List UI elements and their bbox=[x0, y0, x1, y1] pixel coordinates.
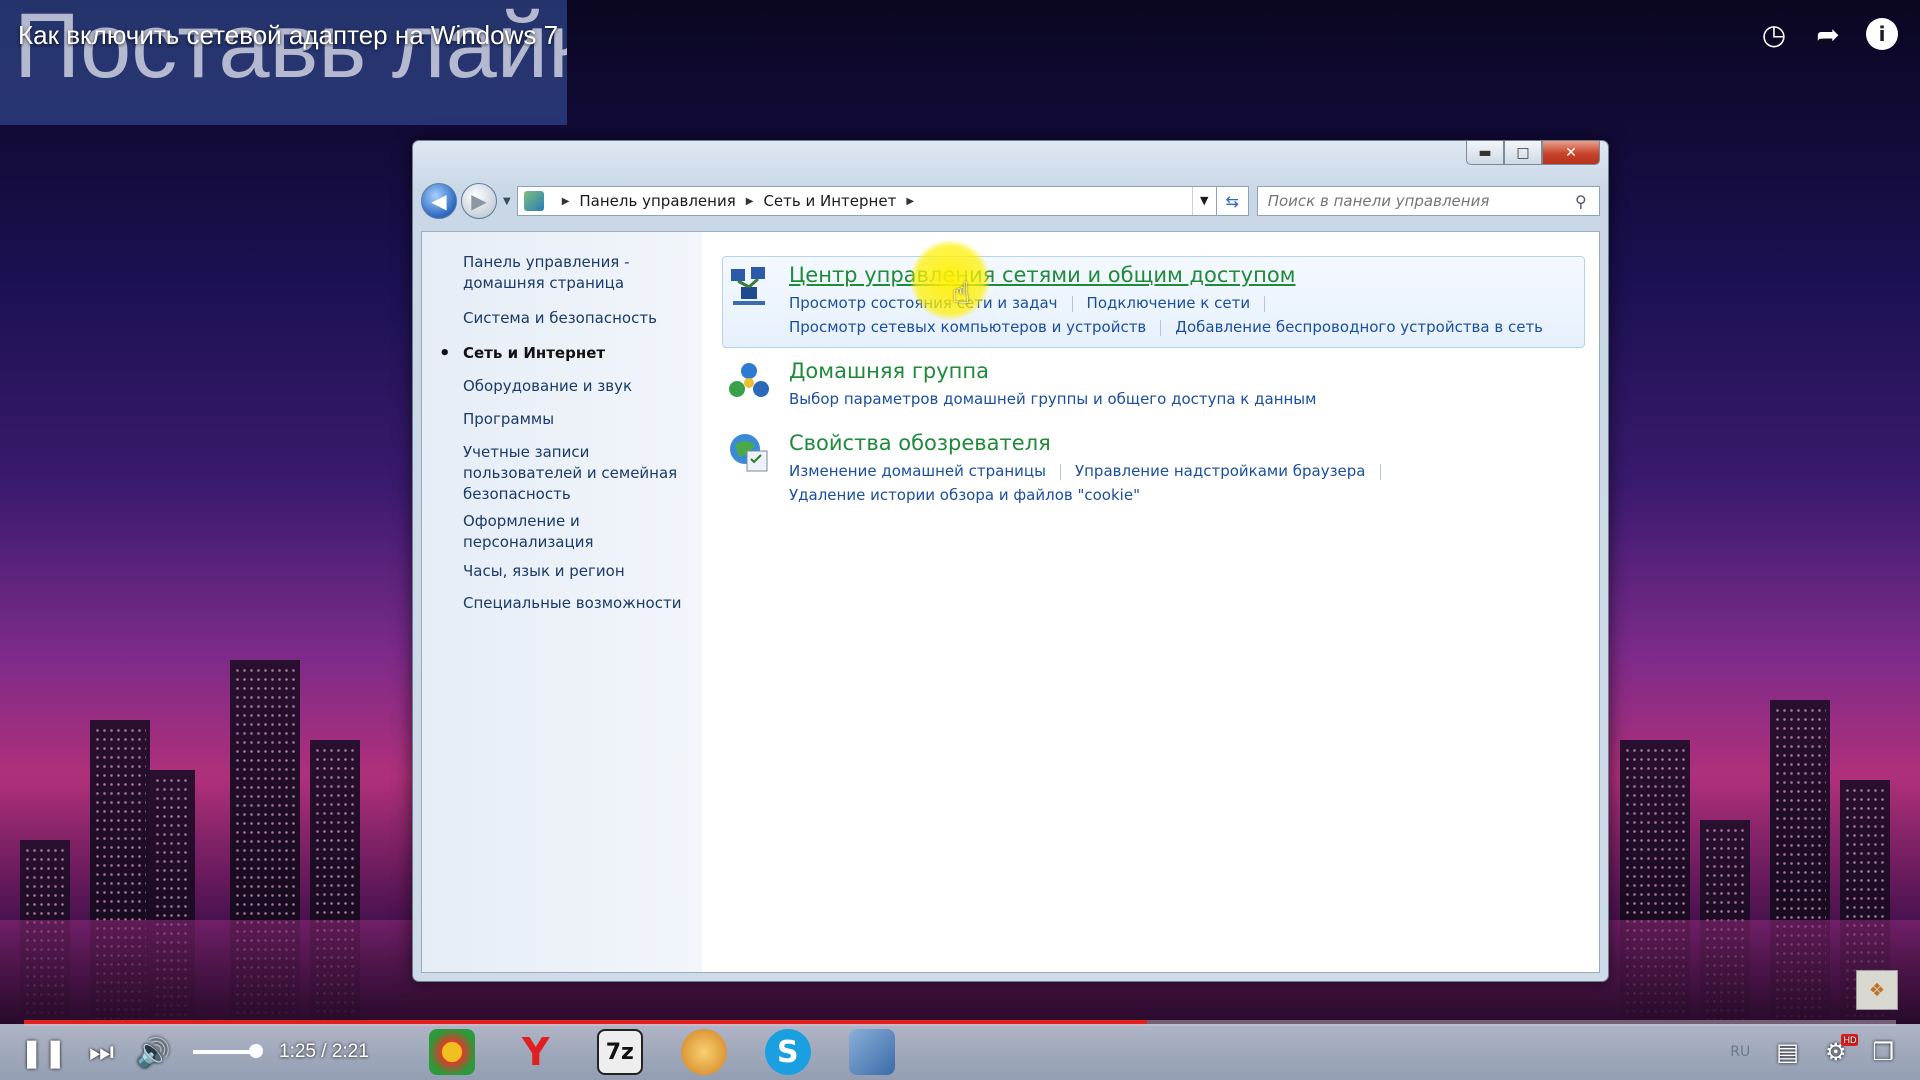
sidebar-item-programs[interactable]: Программы bbox=[463, 409, 702, 430]
sidebar: Панель управления - домашняя страница Си… bbox=[422, 232, 702, 972]
sidebar-item-accessibility[interactable]: Специальные возможности bbox=[463, 593, 702, 614]
search-input[interactable] bbox=[1267, 192, 1575, 210]
settings-icon[interactable]: ⚙ HD bbox=[1825, 1034, 1859, 1066]
minimize-button[interactable]: ▬ bbox=[1466, 141, 1504, 165]
sidebar-item-hardware[interactable]: Оборудование и звук bbox=[463, 376, 702, 397]
hand-cursor-icon: ☝ bbox=[952, 276, 971, 311]
window-content: Панель управления - домашняя страница Си… bbox=[421, 231, 1600, 973]
back-button[interactable]: ◀ bbox=[421, 183, 457, 219]
cursor-highlight bbox=[910, 240, 990, 320]
wifi-channel-logo-icon: ❖ bbox=[1856, 970, 1898, 1010]
connect-network-link[interactable]: Подключение к сети bbox=[1087, 294, 1251, 312]
breadcrumb-control-panel[interactable]: Панель управления bbox=[579, 192, 735, 210]
video-top-controls: ◷ ➦ i bbox=[1758, 18, 1898, 51]
sidebar-item-security[interactable]: Система и безопасность bbox=[463, 308, 702, 329]
hd-badge: HD bbox=[1841, 1034, 1859, 1046]
player-controls: ❚❚ ⏭ 🔊 1:25 / 2:21 Y 7z S RU ▤ ⚙ HD ❒ bbox=[0, 1024, 1920, 1080]
add-wireless-device-link[interactable]: Добавление беспроводного устройства в се… bbox=[1175, 318, 1543, 336]
share-icon[interactable]: ➦ bbox=[1812, 18, 1844, 51]
category-homegroup: Домашняя группа Выбор параметров домашне… bbox=[722, 352, 1585, 420]
internet-options-link[interactable]: Свойства обозревателя bbox=[789, 431, 1395, 455]
main-panel: Центр управления сетями и общим доступом… bbox=[702, 232, 1599, 972]
sidebar-item-appearance[interactable]: Оформление и персонализация bbox=[463, 511, 613, 553]
close-button[interactable]: ✕ bbox=[1542, 141, 1600, 165]
pause-icon[interactable]: ❚❚ bbox=[20, 1036, 67, 1069]
maximize-button[interactable]: □ bbox=[1504, 141, 1542, 165]
media-icon[interactable] bbox=[680, 1029, 727, 1075]
manage-addons-link[interactable]: Управление надстройками браузера bbox=[1075, 462, 1366, 480]
search-box[interactable]: ⚲ bbox=[1256, 186, 1600, 216]
sidebar-item-clock-region[interactable]: Часы, язык и регион bbox=[463, 561, 702, 582]
info-icon[interactable]: i bbox=[1866, 18, 1898, 50]
7zip-icon[interactable]: 7z bbox=[596, 1029, 643, 1075]
exit-fullscreen-icon[interactable]: ❒ bbox=[1872, 1038, 1894, 1066]
time-display: 1:25 / 2:21 bbox=[279, 1041, 369, 1062]
taskbar-icons: Y 7z S bbox=[428, 1029, 895, 1075]
next-icon[interactable]: ⏭ bbox=[89, 1035, 114, 1069]
window-controls: ▬ □ ✕ bbox=[1466, 141, 1600, 165]
control-panel-window: ▬ □ ✕ ◀ ▶ ▼ ▶ Панель управления ▶ Сеть и… bbox=[412, 140, 1609, 982]
volume-slider[interactable] bbox=[193, 1044, 263, 1058]
yandex-icon[interactable]: Y bbox=[513, 1029, 559, 1075]
control-panel-icon bbox=[523, 191, 544, 211]
internet-options-icon bbox=[730, 434, 768, 472]
watch-later-icon[interactable]: ◷ bbox=[1758, 18, 1790, 51]
address-dropdown[interactable]: ▼ bbox=[1191, 187, 1216, 215]
forward-button[interactable]: ▶ bbox=[461, 183, 497, 219]
like-overlay-banner: Поставь лайк bbox=[0, 0, 567, 125]
navigation-bar: ◀ ▶ ▼ ▶ Панель управления ▶ Сеть и Интер… bbox=[421, 181, 1600, 221]
sidebar-item-home[interactable]: Панель управления - домашняя страница bbox=[463, 252, 633, 294]
view-network-computers-link[interactable]: Просмотр сетевых компьютеров и устройств bbox=[789, 318, 1146, 336]
chrome-icon[interactable] bbox=[428, 1029, 475, 1075]
search-icon[interactable]: ⚲ bbox=[1575, 192, 1599, 211]
category-internet-options: Свойства обозревателя Изменение домашней… bbox=[722, 424, 1585, 516]
homegroup-icon bbox=[729, 363, 769, 397]
address-bar[interactable]: ▶ Панель управления ▶ Сеть и Интернет ▶ … bbox=[516, 186, 1217, 216]
language-indicator: RU bbox=[1730, 1044, 1751, 1060]
change-home-page-link[interactable]: Изменение домашней страницы bbox=[789, 462, 1046, 480]
subtitles-icon[interactable]: ▤ bbox=[1776, 1038, 1799, 1066]
delete-history-link[interactable]: Удаление истории обзора и файлов "cookie… bbox=[789, 486, 1140, 504]
skype-icon[interactable]: S bbox=[764, 1029, 811, 1075]
homegroup-link[interactable]: Домашняя группа bbox=[789, 359, 1316, 383]
volume-icon[interactable]: 🔊 bbox=[136, 1036, 171, 1069]
control-panel-icon[interactable] bbox=[848, 1029, 895, 1075]
sidebar-item-network[interactable]: Сеть и Интернет bbox=[439, 343, 702, 364]
breadcrumb-chevron-icon[interactable]: ▶ bbox=[562, 196, 570, 207]
category-network-center: Центр управления сетями и общим доступом… bbox=[722, 256, 1585, 348]
breadcrumb-chevron-icon[interactable]: ▶ bbox=[906, 196, 914, 207]
network-center-icon bbox=[731, 267, 765, 305]
sidebar-item-accounts[interactable]: Учетные записи пользователей и семейная … bbox=[463, 442, 683, 505]
breadcrumb-chevron-icon[interactable]: ▶ bbox=[746, 196, 754, 207]
video-title[interactable]: Как включить сетевой адаптер на Windows … bbox=[18, 20, 558, 51]
refresh-button[interactable]: ⇆ bbox=[1216, 186, 1249, 216]
breadcrumb-network[interactable]: Сеть и Интернет bbox=[763, 192, 896, 210]
recent-pages-dropdown[interactable]: ▼ bbox=[503, 196, 511, 207]
player-right-controls: RU ▤ ⚙ HD ❒ bbox=[1730, 1034, 1894, 1066]
homegroup-options-link[interactable]: Выбор параметров домашней группы и общег… bbox=[789, 390, 1316, 408]
network-center-link[interactable]: Центр управления сетями и общим доступом bbox=[789, 263, 1543, 287]
